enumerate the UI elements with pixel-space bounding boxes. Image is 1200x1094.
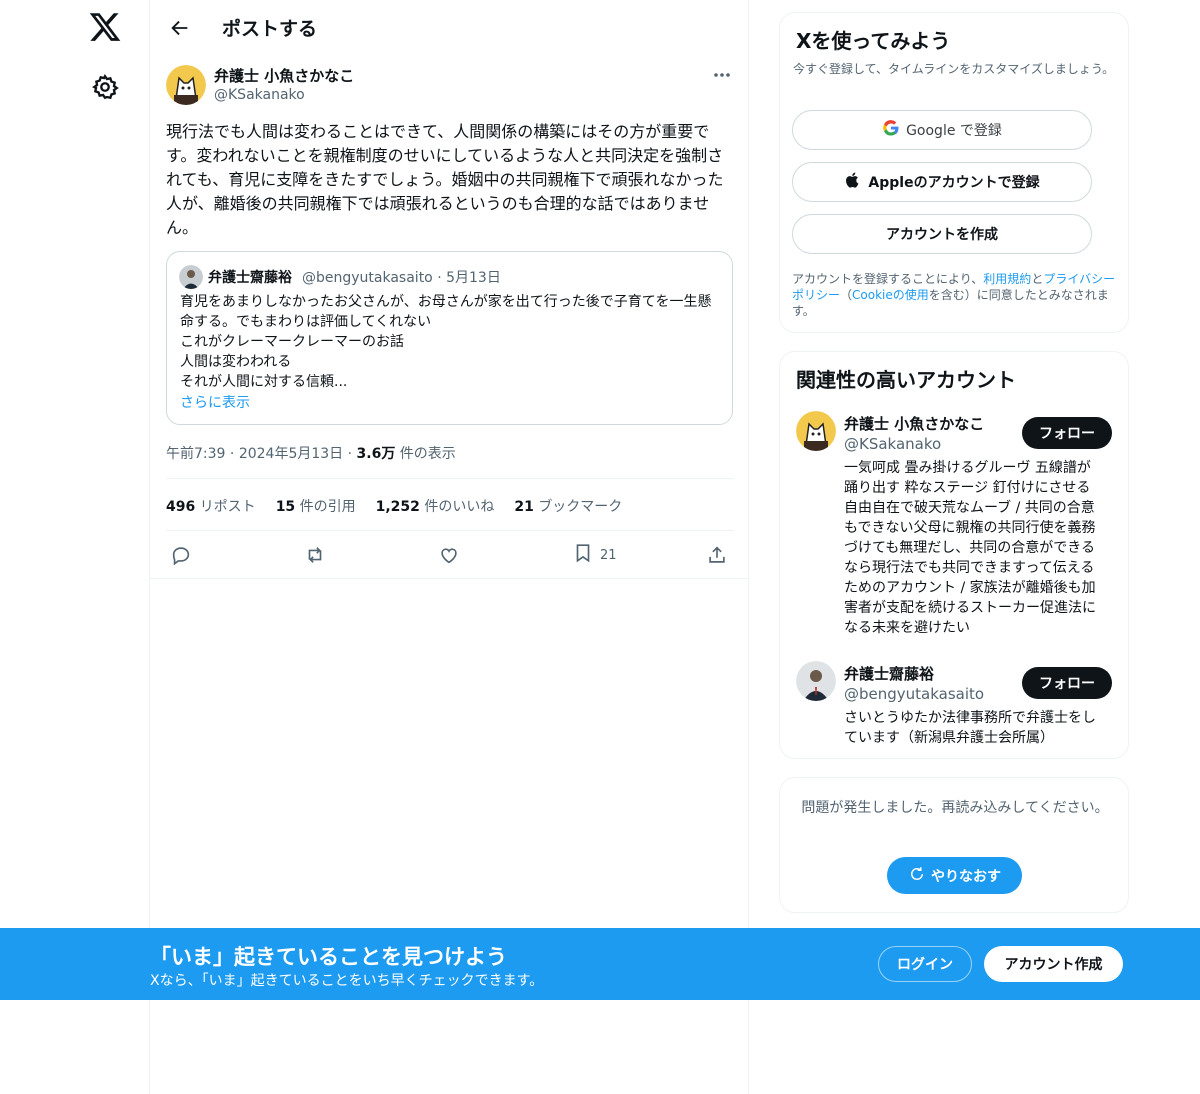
google-signup-label: Google で登録 [906,123,1002,139]
avatar[interactable] [166,65,206,105]
reply-icon[interactable] [170,540,192,570]
terms-link[interactable]: 利用規約 [983,272,1031,286]
repost-icon[interactable] [304,540,326,570]
post-text: 現行法でも人間は変わることはできて、人間関係の構築にはその方が重要です。変われな… [166,122,724,237]
banner-subtitle: Xなら、「いま」起きていることをいち早くチェックできます。 [150,973,544,989]
terms-part: アカウントを登録することにより、 [792,272,984,286]
follow-button[interactable]: フォロー [1022,667,1112,699]
related-account-name[interactable]: 弁護士齋藤裕 [844,663,934,684]
retry-button[interactable]: やりなおす [887,857,1022,894]
gear-icon[interactable] [91,73,119,101]
like-label: 件のいいね [424,499,495,515]
quote-stat[interactable]: 15 件の引用 [276,496,356,516]
avatar [179,265,203,289]
cookie-link[interactable]: Cookieの使用 [852,288,929,302]
related-account-name[interactable]: 弁護士 小魚さかなこ [844,413,984,434]
bookmark-label: ブックマーク [538,499,623,515]
divider [166,478,734,479]
view-count: 3.6万 [356,446,396,462]
terms-part: （ [840,288,853,302]
show-more-link[interactable]: さらに表示 [180,392,250,412]
repost-count: 496 [166,499,196,515]
create-account-button[interactable]: アカウントを作成 [792,214,1092,254]
quoted-author-handle: @bengyutakasaito · 5月13日 [302,270,501,286]
avatar[interactable] [796,661,836,701]
login-button[interactable]: ログイン [878,946,972,982]
divider [150,578,750,579]
quoted-text: 育児をあまりしなかったお父さんが、お母さんが家を出て行った後で子育てを一生懸命す… [180,294,712,390]
quote-count: 15 [275,499,296,515]
like-count: 1,252 [375,499,420,515]
like-stat[interactable]: 1,252 件のいいね [376,496,495,516]
post-stats: 496 リポスト 15 件の引用 1,252 件のいいね 21 ブックマーク [166,496,622,516]
repost-label: リポスト [199,499,256,515]
related-account-handle[interactable]: @KSakanako [844,435,941,453]
related-account-handle[interactable]: @bengyutakasaito [844,685,984,703]
follow-button[interactable]: フォロー [1022,417,1112,449]
page-title: ポストする [222,18,318,40]
quoted-author-name: 弁護士齋藤裕 [208,270,292,286]
related-account-bio: さいとうゆたか法律事務所で弁護士をしています（新潟県弁護士会所属） [844,710,1096,746]
google-signup-button[interactable]: Google で登録 [792,110,1092,150]
apple-signup-button[interactable]: Appleのアカウントで登録 [792,162,1092,202]
like-icon[interactable] [438,540,460,570]
bookmark-icon [572,542,594,568]
post-time[interactable]: 午前7:39 [166,446,225,462]
related-accounts-card: 関連性の高いアカウント 弁護士 小魚さかなこ @KSakanako フォロー 一… [779,351,1129,759]
quote-label: 件の引用 [299,499,356,515]
login-banner: 「いま」起きていることを見つけよう Xなら、「いま」起きていることをいち早くチェ… [0,928,1200,1000]
refresh-icon [908,865,926,887]
quoted-post[interactable]: 弁護士齋藤裕 @bengyutakasaito · 5月13日 育児をあまりしな… [166,251,733,425]
error-message: 問題が発生しました。再読み込みしてください。 [801,800,1109,816]
x-logo-icon[interactable] [88,10,122,44]
signup-subtitle: 今すぐ登録して、タイムラインをカスタマイズしましょう。 [793,62,1115,76]
terms-part: と [1031,272,1044,286]
apple-signup-label: Appleのアカウントで登録 [868,175,1040,191]
terms-text: アカウントを登録することにより、利用規約とプライバシーポリシー（Cookieの使… [792,271,1118,319]
meta-separator: · [229,446,235,462]
bookmark-count: 21 [600,547,617,563]
view-label: 件の表示 [399,446,456,462]
related-account-bio: 一気呵成 畳み掛けるグルーヴ 五線譜が踊り出す 粋なステージ 釘付けにさせる 自… [844,460,1096,636]
banner-title: 「いま」起きていることを見つけよう [150,945,507,969]
back-arrow-icon[interactable] [166,14,194,42]
action-bar: 21 [150,540,750,570]
signup-title: Xを使ってみよう [796,29,951,53]
bookmark-stat-count: 21 [514,499,534,515]
signup-card: Xを使ってみよう 今すぐ登録して、タイムラインをカスタマイズしましょう。 Goo… [779,12,1129,333]
retry-label: やりなおす [931,868,1001,885]
bookmark-button[interactable]: 21 [572,540,617,570]
google-icon [882,119,900,141]
error-card: 問題が発生しました。再読み込みしてください。 やりなおす [779,777,1129,913]
share-icon[interactable] [706,540,728,570]
repost-stat[interactable]: 496 リポスト [166,496,256,516]
signup-button[interactable]: アカウント作成 [984,946,1123,982]
post-meta: 午前7:39 · 2024年5月13日 · 3.6万 件の表示 [166,443,456,463]
divider [166,530,734,531]
meta-separator: · [347,446,353,462]
author-name[interactable]: 弁護士 小魚さかなこ [214,65,354,86]
post-date[interactable]: 2024年5月13日 [239,446,343,462]
bookmark-stat: 21 ブックマーク [514,496,622,516]
author-handle[interactable]: @KSakanako [214,87,305,103]
related-title: 関連性の高いアカウント [796,368,1016,392]
apple-icon [844,171,862,193]
avatar[interactable] [796,411,836,451]
more-icon[interactable] [710,66,734,84]
